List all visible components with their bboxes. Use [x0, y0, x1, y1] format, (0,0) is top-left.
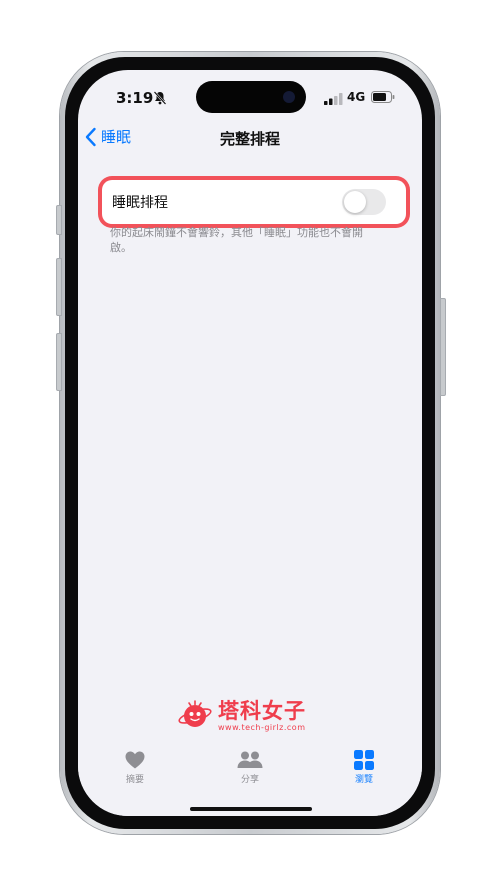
tab-browse[interactable]: 瀏覽	[324, 750, 404, 785]
watermark-url: www.tech-girlz.com	[218, 722, 306, 732]
people-icon	[237, 751, 263, 768]
page-title: 完整排程	[219, 130, 280, 148]
signal-icon	[324, 93, 343, 105]
action-button	[56, 205, 62, 235]
watermark-text: 塔科女子	[218, 698, 306, 723]
network-type: 4G	[347, 90, 366, 104]
phone-screen: 3:19 4G 睡眠 完整排程 睡眠排程 你的起床鬧鐘不會響鈴，其他「睡眠」功能…	[78, 70, 422, 816]
schedule-footnote: 你的起床鬧鐘不會響鈴，其他「睡眠」功能也不會開啟。	[110, 226, 363, 254]
sleep-schedule-row: 睡眠排程	[102, 180, 406, 224]
watermark: 塔科女子 www.tech-girlz.com	[178, 698, 306, 732]
grid-icon	[354, 750, 374, 770]
heart-icon	[125, 751, 145, 769]
volume-up-button	[56, 258, 62, 316]
toggle-knob	[344, 191, 366, 213]
home-indicator	[190, 807, 312, 811]
dynamic-island	[196, 81, 306, 113]
front-camera	[283, 91, 295, 103]
tab-summary[interactable]: 摘要	[95, 750, 175, 785]
tab-bar: 摘要 分享 瀏覽	[78, 740, 422, 816]
power-button	[440, 298, 446, 396]
tab-browse-label: 瀏覽	[354, 775, 373, 785]
tab-share-label: 分享	[240, 775, 259, 785]
battery-icon	[371, 91, 395, 103]
sleep-schedule-label: 睡眠排程	[112, 195, 168, 211]
planet-logo-icon	[178, 700, 212, 727]
tab-summary-label: 摘要	[125, 775, 144, 785]
volume-down-button	[56, 333, 62, 391]
tab-share[interactable]: 分享	[210, 750, 290, 785]
status-time: 3:19	[116, 89, 154, 107]
mute-bell-icon	[153, 91, 167, 105]
sleep-schedule-toggle[interactable]	[342, 189, 386, 215]
